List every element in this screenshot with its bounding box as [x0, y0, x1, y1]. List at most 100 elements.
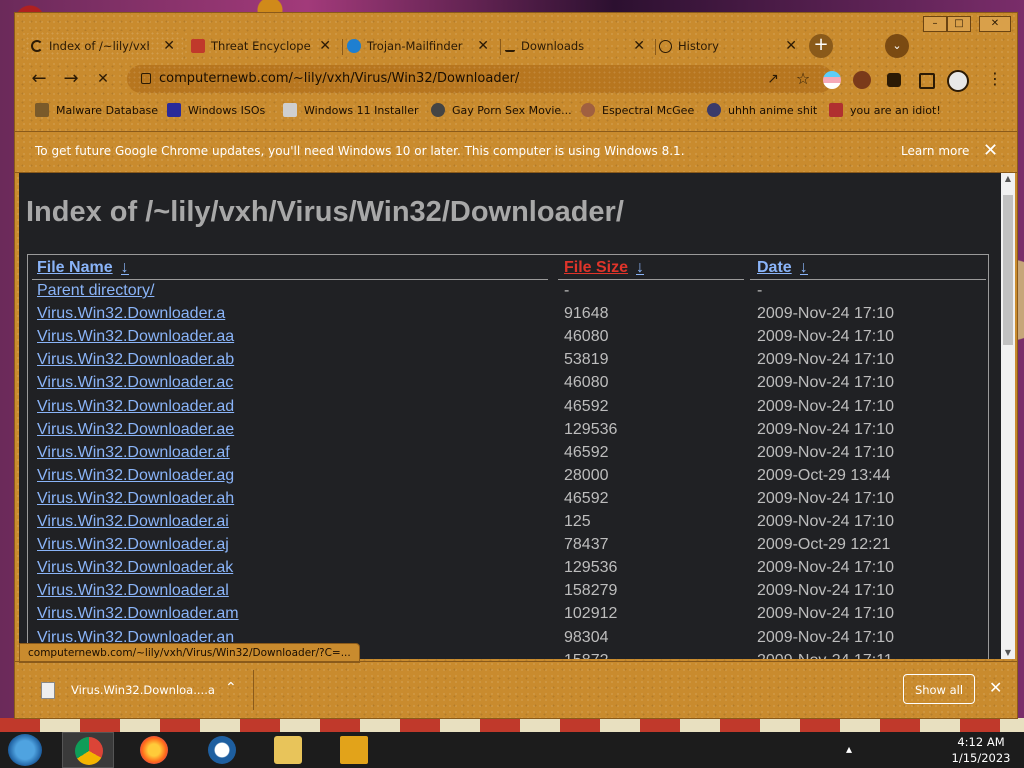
- side-panel-icon[interactable]: [919, 73, 935, 89]
- taskbar-internet-explorer[interactable]: [196, 732, 248, 768]
- file-link[interactable]: Virus.Win32.Downloader.ak: [37, 559, 233, 577]
- tab-threat-encyclopedia[interactable]: Threat Encyclopedia ✕: [185, 31, 339, 61]
- close-window-button[interactable]: ✕: [979, 16, 1011, 32]
- desktop-wallpaper-strip: [0, 718, 1024, 732]
- column-header-date[interactable]: Date ↓: [757, 259, 808, 277]
- taskbar-dreamweaver[interactable]: [328, 732, 380, 768]
- stop-button[interactable]: ✕: [91, 67, 115, 91]
- tab-history[interactable]: History ✕: [653, 31, 805, 61]
- maximize-button[interactable]: □: [947, 16, 971, 32]
- file-link[interactable]: Virus.Win32.Downloader.ag: [37, 467, 234, 485]
- tab-close-icon[interactable]: ✕: [477, 38, 489, 54]
- download-shelf-close-icon[interactable]: ✕: [989, 678, 1002, 697]
- taskbar-firefox[interactable]: [128, 732, 180, 768]
- bookmark-gay-porn-sex-movie[interactable]: Gay Porn Sex Movie...: [431, 101, 572, 119]
- bookmark-label: Gay Porn Sex Movie...: [452, 103, 572, 117]
- scroll-up-arrow-icon[interactable]: ▲: [1004, 175, 1012, 183]
- tab-close-icon[interactable]: ✕: [319, 38, 331, 54]
- tab-strip: Index of /~lily/vxh ✕ Threat Encyclopedi…: [15, 31, 1017, 61]
- sort-arrow-icon: ↓: [636, 259, 645, 276]
- chrome-menu-button[interactable]: ⋮: [983, 67, 1007, 91]
- page-content: Index of /~lily/vxh/Virus/Win32/Download…: [19, 173, 1001, 659]
- tab-downloads[interactable]: Downloads ✕: [499, 31, 653, 61]
- file-link[interactable]: Virus.Win32.Downloader.ah: [37, 490, 234, 508]
- column-header-file-size[interactable]: File Size ↓: [564, 259, 645, 277]
- file-link[interactable]: Parent directory/: [37, 282, 154, 300]
- tab-close-icon[interactable]: ✕: [633, 38, 645, 54]
- tray-icons[interactable]: ▴: [846, 742, 852, 756]
- start-button[interactable]: [8, 734, 42, 766]
- minimize-button[interactable]: –: [923, 16, 947, 32]
- file-size: 78437: [564, 536, 609, 554]
- bookmark-windows-isos[interactable]: Windows ISOs: [167, 101, 265, 119]
- scroll-down-arrow-icon[interactable]: ▼: [1004, 649, 1012, 657]
- table-row: Virus.Win32.Downloader.am 102912 2009-Nov-…: [28, 605, 988, 628]
- file-link[interactable]: Virus.Win32.Downloader.ac: [37, 374, 233, 392]
- file-size: 46592: [564, 443, 609, 461]
- system-clock[interactable]: 4:12 AM 1/15/2023: [946, 734, 1016, 766]
- file-size: 46080: [564, 374, 609, 392]
- file-link[interactable]: Virus.Win32.Downloader.ae: [37, 421, 234, 439]
- bookmark-star-icon[interactable]: ☆: [795, 71, 811, 87]
- tab-close-icon[interactable]: ✕: [785, 38, 797, 54]
- tab-label: Trojan-Mailfinder: [367, 39, 463, 53]
- file-link[interactable]: Virus.Win32.Downloader.aj: [37, 536, 229, 554]
- extension-flag-icon[interactable]: [823, 71, 841, 89]
- address-bar[interactable]: computernewb.com/~lily/vxh/Virus/Win32/D…: [127, 65, 833, 93]
- share-icon[interactable]: ↗: [765, 71, 781, 87]
- bookmark-malware-database[interactable]: Malware Database: [35, 101, 158, 119]
- file-link[interactable]: Virus.Win32.Downloader.a: [37, 305, 225, 323]
- url-text[interactable]: computernewb.com/~lily/vxh/Virus/Win32/D…: [159, 71, 519, 86]
- table-row: Virus.Win32.Downloader.ae 129536 2009-Nov-…: [28, 421, 988, 444]
- table-row: Virus.Win32.Downloader.ag 28000 2009-Oct-2…: [28, 467, 988, 490]
- profile-avatar-icon[interactable]: [947, 70, 969, 92]
- file-link[interactable]: Virus.Win32.Downloader.al: [37, 582, 229, 600]
- download-shelf: Virus.Win32.Downloa....a ⌃ Show all ✕: [15, 661, 1017, 720]
- tab-close-icon[interactable]: ✕: [163, 38, 175, 54]
- scrollbar-thumb[interactable]: [1003, 195, 1013, 345]
- taskbar-file-explorer[interactable]: [262, 732, 314, 768]
- page-scrollbar[interactable]: ▲ ▼: [1001, 173, 1015, 659]
- infobar-close-icon[interactable]: ✕: [983, 140, 998, 161]
- file-size: 46080: [564, 328, 609, 346]
- bookmark-espectral-mcgee[interactable]: Espectral McGee: [581, 101, 694, 119]
- tab-search-button[interactable]: ⌄: [885, 34, 909, 58]
- file-date: 2009-Nov-24 17:10: [757, 559, 894, 577]
- bookmark-you-are-an-idiot[interactable]: you are an idiot!: [829, 101, 941, 119]
- file-size: 53819: [564, 351, 609, 369]
- extensions-puzzle-icon[interactable]: [887, 73, 901, 87]
- bookmark-favicon: [167, 103, 181, 117]
- extension-avatar-icon[interactable]: [853, 71, 871, 89]
- bookmark-favicon: [581, 103, 595, 117]
- download-separator: [253, 670, 254, 710]
- file-size: 98304: [564, 628, 609, 646]
- file-link[interactable]: Virus.Win32.Downloader.ab: [37, 351, 234, 369]
- bookmark-windows-11-installer[interactable]: Windows 11 Installer: [283, 101, 419, 119]
- tab-index-of[interactable]: Index of /~lily/vxh ✕: [25, 31, 183, 61]
- download-item[interactable]: Virus.Win32.Downloa....a ⌃: [35, 672, 253, 708]
- learn-more-link[interactable]: Learn more: [901, 144, 969, 158]
- table-row: Virus.Win32.Downloader.ab 53819 2009-Nov-2…: [28, 351, 988, 374]
- file-link[interactable]: Virus.Win32.Downloader.am: [37, 605, 239, 623]
- table-row: Virus.Win32.Downloader.ak 129536 2009-Nov-…: [28, 559, 988, 582]
- file-date: 2009-Nov-24 17:10: [757, 374, 894, 392]
- header-underline: [750, 279, 986, 280]
- show-hidden-icons[interactable]: ▴: [846, 742, 852, 756]
- infobar-message: To get future Google Chrome updates, you…: [35, 144, 685, 158]
- bookmark-uhhh-anime[interactable]: uhhh anime shit: [707, 101, 817, 119]
- forward-button[interactable]: →: [59, 67, 83, 91]
- chevron-up-icon[interactable]: ⌃: [225, 680, 237, 696]
- taskbar-chrome[interactable]: [62, 732, 114, 768]
- new-tab-button[interactable]: +: [809, 34, 833, 58]
- file-link[interactable]: Virus.Win32.Downloader.aa: [37, 328, 234, 346]
- column-header-file-name[interactable]: File Name ↓: [37, 259, 129, 277]
- back-button[interactable]: ←: [27, 67, 51, 91]
- download-filename: Virus.Win32.Downloa....a: [71, 683, 215, 697]
- file-link[interactable]: Virus.Win32.Downloader.ai: [37, 513, 229, 531]
- show-all-button[interactable]: Show all: [903, 674, 975, 704]
- file-size: 158279: [564, 582, 618, 600]
- tab-trojan-mailfinder[interactable]: Trojan-Mailfinder ✕: [341, 31, 497, 61]
- file-link[interactable]: Virus.Win32.Downloader.ad: [37, 398, 234, 416]
- file-link[interactable]: Virus.Win32.Downloader.af: [37, 444, 230, 462]
- file-date: 2009-Nov-24 17:10: [757, 582, 894, 600]
